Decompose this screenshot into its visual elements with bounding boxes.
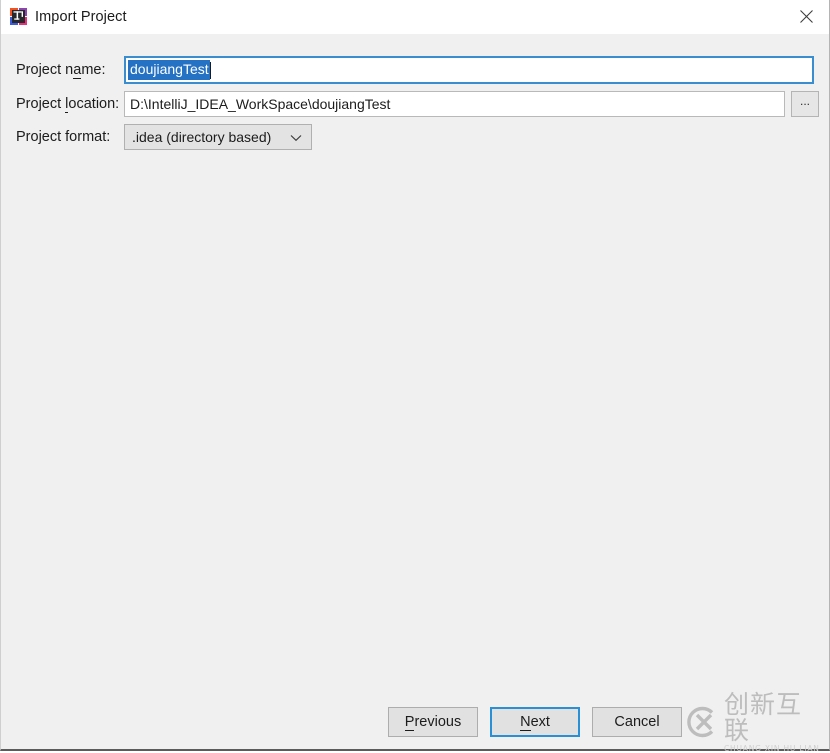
- browse-button[interactable]: ...: [791, 91, 819, 117]
- watermark-pinyin: CHUANG XIN HU LIAN: [724, 743, 820, 753]
- next-button[interactable]: Next: [490, 707, 580, 737]
- intellij-idea-icon: [10, 8, 27, 25]
- previous-button[interactable]: Previous: [388, 707, 478, 737]
- project-name-value: doujiangTest: [128, 60, 210, 80]
- chevron-down-icon: [290, 129, 302, 145]
- window-title: Import Project: [35, 8, 127, 25]
- import-project-dialog: Import Project Project name: doujiangTes…: [0, 0, 830, 753]
- dialog-content: Project name: doujiangTest Project locat…: [1, 34, 829, 753]
- project-name-label: Project name:: [16, 62, 106, 79]
- project-location-input[interactable]: D:\IntelliJ_IDEA_WorkSpace\doujiangTest: [124, 91, 785, 117]
- project-location-value: D:\IntelliJ_IDEA_WorkSpace\doujiangTest: [130, 96, 391, 112]
- project-location-row: Project location: D:\IntelliJ_IDEA_WorkS…: [1, 90, 829, 118]
- project-format-label: Project format:: [16, 129, 111, 145]
- project-location-label: Project location:: [16, 96, 120, 113]
- project-name-row: Project name: doujiangTest: [1, 56, 829, 84]
- project-format-select[interactable]: .idea (directory based): [124, 124, 312, 150]
- close-icon[interactable]: [783, 0, 829, 32]
- cancel-button[interactable]: Cance l: [592, 707, 682, 737]
- project-format-row: Project format: .idea (directory based): [1, 123, 829, 151]
- title-bar: Import Project: [1, 0, 829, 34]
- dialog-footer: Previous Next Cance l: [1, 706, 829, 738]
- text-caret: [209, 61, 212, 79]
- project-format-value: .idea (directory based): [132, 129, 272, 145]
- project-name-input[interactable]: doujiangTest: [124, 56, 814, 84]
